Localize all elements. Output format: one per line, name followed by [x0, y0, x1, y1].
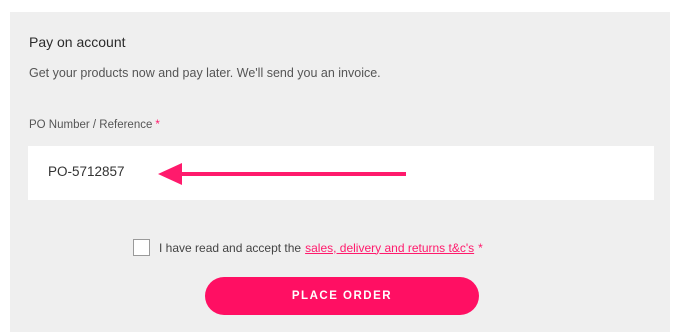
pay-on-account-panel: Pay on account Get your products now and…: [10, 12, 670, 332]
required-marker: *: [155, 119, 160, 131]
terms-link[interactable]: sales, delivery and returns t&c's: [305, 241, 474, 255]
terms-checkbox[interactable]: [133, 239, 150, 256]
section-description: Get your products now and pay later. We'…: [29, 66, 381, 80]
section-title: Pay on account: [29, 34, 126, 50]
terms-text: I have read and accept the: [159, 240, 302, 255]
terms-required-marker: *: [478, 240, 483, 255]
po-number-label: PO Number / Reference *: [29, 119, 160, 131]
terms-row: I have read and accept the sales, delive…: [133, 239, 483, 256]
po-number-label-text: PO Number / Reference: [29, 119, 153, 131]
place-order-button[interactable]: PLACE ORDER: [205, 277, 479, 315]
arrow-left-icon: [158, 163, 406, 185]
